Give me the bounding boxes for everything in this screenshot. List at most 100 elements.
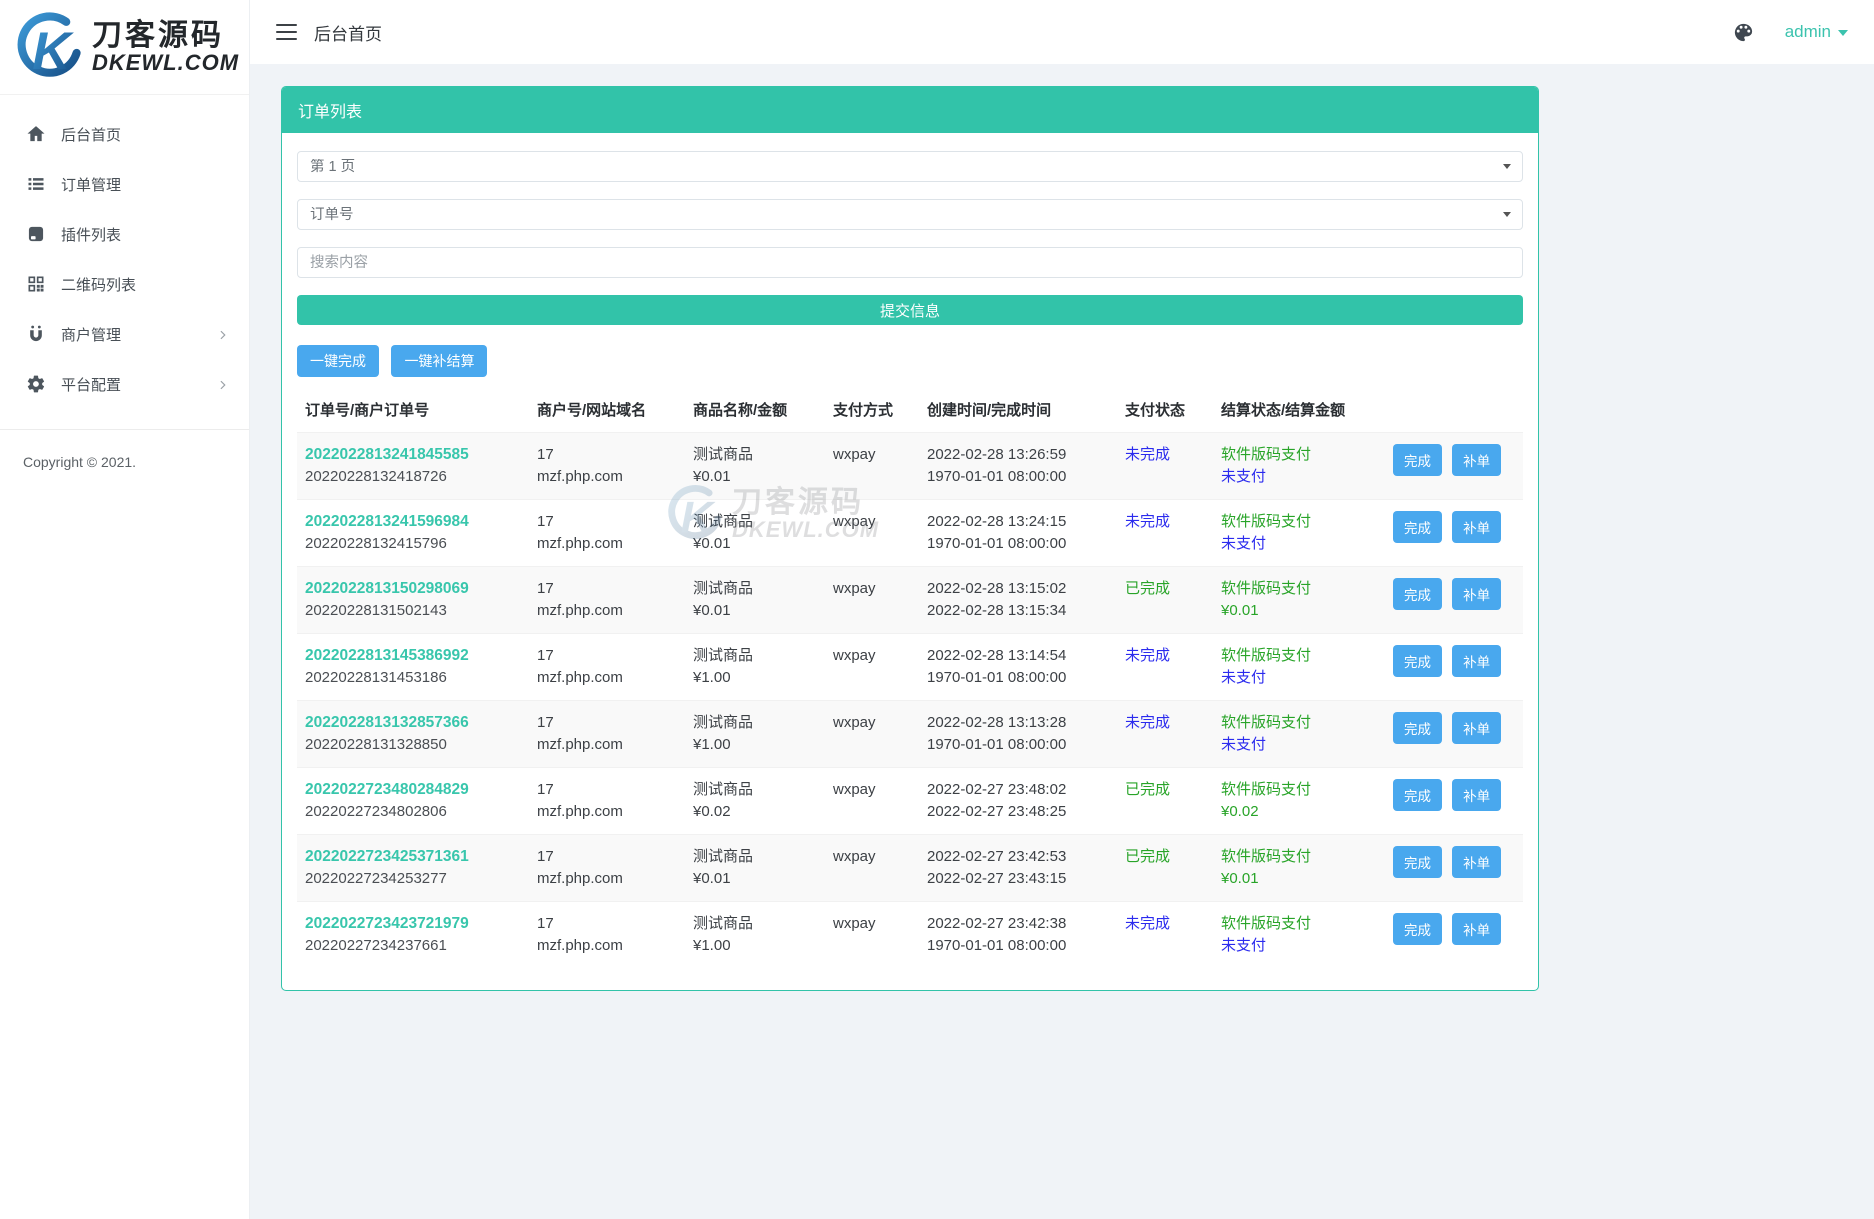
created-time: 2022-02-28 13:15:02 [927, 580, 1067, 597]
table-row: 2022022813241596984 20220228132415796 17… [297, 499, 1523, 567]
pay-status: 已完成 [1125, 848, 1171, 865]
finished-time: 1970-01-01 08:00:00 [927, 535, 1067, 552]
complete-button[interactable]: 完成 [1393, 712, 1442, 744]
complete-button[interactable]: 完成 [1393, 846, 1442, 878]
user-name: admin [1784, 22, 1831, 41]
menu-toggle-icon[interactable] [276, 24, 297, 40]
order-number-link[interactable]: 2022022813150298069 [305, 578, 521, 600]
sidebar-item-qrcodes[interactable]: 二维码列表 [0, 259, 249, 309]
order-number-link[interactable]: 2022022813145386992 [305, 645, 521, 667]
pay-method: wxpay [833, 915, 876, 932]
table-row: 2022022723480284829 20220227234802806 17… [297, 767, 1523, 835]
resettle-button[interactable]: 补单 [1452, 779, 1502, 811]
order-number-link[interactable]: 2022022813241596984 [305, 511, 521, 533]
order-list-icon [26, 174, 46, 194]
order-table-body: 2022022813241845585 20220228132418726 17… [297, 432, 1523, 969]
merchant-number: 17 [537, 647, 554, 664]
complete-button[interactable]: 完成 [1393, 444, 1442, 476]
product-name: 测试商品 [693, 781, 754, 798]
order-number-link[interactable]: 2022022813132857366 [305, 712, 521, 734]
product-name: 测试商品 [693, 915, 754, 932]
merchant-icon [26, 324, 46, 344]
col-header-paystatus: 支付状态 [1125, 402, 1186, 419]
order-number-link[interactable]: 2022022723480284829 [305, 779, 521, 801]
finished-time: 1970-01-01 08:00:00 [927, 937, 1067, 954]
order-number-link[interactable]: 2022022723425371361 [305, 846, 521, 868]
settle-status: 软件版码支付 [1221, 781, 1312, 798]
col-header-order-no: 订单号/商户订单号 [305, 402, 430, 419]
resettle-button[interactable]: 补单 [1452, 846, 1502, 878]
sidebar-item-label: 二维码列表 [61, 276, 137, 294]
sidebar-item-label: 商户管理 [61, 326, 122, 344]
sidebar-item-merchants[interactable]: 商户管理 [0, 309, 249, 359]
brand-logo[interactable]: 刀客源码 DKEWL.COM [0, 0, 249, 95]
col-header-product: 商品名称/金额 [693, 402, 788, 419]
complete-button[interactable]: 完成 [1393, 913, 1442, 945]
order-number-link[interactable]: 2022022723423721979 [305, 913, 521, 935]
qrcode-icon [26, 274, 46, 294]
complete-button[interactable]: 完成 [1393, 511, 1442, 543]
col-header-settle: 结算状态/结算金额 [1221, 402, 1346, 419]
created-time: 2022-02-27 23:42:38 [927, 915, 1067, 932]
created-time: 2022-02-28 13:14:54 [927, 647, 1067, 664]
pay-status: 未完成 [1125, 513, 1171, 530]
sidebar-item-platform-config[interactable]: 平台配置 [0, 359, 249, 409]
merchant-order-number: 20220227234237661 [305, 937, 447, 954]
table-row: 2022022813241845585 20220228132418726 17… [297, 432, 1523, 500]
resettle-button[interactable]: 补单 [1452, 444, 1502, 476]
resettle-button[interactable]: 补单 [1452, 645, 1502, 677]
panel-title: 订单列表 [282, 87, 1538, 133]
settle-status: 软件版码支付 [1221, 848, 1312, 865]
complete-button[interactable]: 完成 [1393, 779, 1442, 811]
order-list-panel: 订单列表 第 1 页 订单号 提交信息 一键完成 一键补结算 [281, 86, 1539, 991]
pay-status: 未完成 [1125, 647, 1171, 664]
settle-status: 软件版码支付 [1221, 647, 1312, 664]
merchant-order-number: 20220228131502143 [305, 602, 447, 619]
resettle-button[interactable]: 补单 [1452, 511, 1502, 543]
product-name: 测试商品 [693, 647, 754, 664]
product-amount: ¥1.00 [693, 669, 731, 686]
pay-status: 未完成 [1125, 915, 1171, 932]
settle-value: ¥0.02 [1221, 803, 1259, 820]
theme-palette-icon[interactable] [1732, 21, 1755, 44]
sidebar-item-plugins[interactable]: 插件列表 [0, 209, 249, 259]
bulk-resettle-button[interactable]: 一键补结算 [391, 345, 488, 377]
pay-status: 未完成 [1125, 446, 1171, 463]
page-select[interactable]: 第 1 页 [297, 151, 1523, 182]
complete-button[interactable]: 完成 [1393, 578, 1442, 610]
product-amount: ¥0.01 [693, 870, 731, 887]
sidebar-item-label: 插件列表 [61, 226, 122, 244]
settle-status: 软件版码支付 [1221, 513, 1312, 530]
product-name: 测试商品 [693, 714, 754, 731]
col-header-actions [1385, 385, 1523, 433]
search-input[interactable] [297, 247, 1523, 278]
finished-time: 2022-02-27 23:48:25 [927, 803, 1067, 820]
sidebar-item-dashboard[interactable]: 后台首页 [0, 109, 249, 159]
sidebar-item-orders[interactable]: 订单管理 [0, 159, 249, 209]
submit-button[interactable]: 提交信息 [297, 295, 1523, 325]
merchant-order-number: 20220228132418726 [305, 468, 447, 485]
table-row: 2022022813145386992 20220228131453186 17… [297, 633, 1523, 701]
settle-status: 软件版码支付 [1221, 915, 1312, 932]
chevron-right-icon [217, 328, 229, 340]
chevron-down-icon [1838, 30, 1848, 36]
finished-time: 1970-01-01 08:00:00 [927, 468, 1067, 485]
order-number-link[interactable]: 2022022813241845585 [305, 444, 521, 466]
product-amount: ¥1.00 [693, 937, 731, 954]
search-field-select[interactable]: 订单号 [297, 199, 1523, 230]
settle-status: 软件版码支付 [1221, 580, 1312, 597]
settle-value: 未支付 [1221, 937, 1267, 954]
site-domain: mzf.php.com [537, 803, 623, 820]
merchant-order-number: 20220227234253277 [305, 870, 447, 887]
resettle-button[interactable]: 补单 [1452, 578, 1502, 610]
product-amount: ¥0.01 [693, 468, 731, 485]
settle-value: 未支付 [1221, 535, 1267, 552]
user-dropdown[interactable]: admin [1785, 22, 1848, 42]
created-time: 2022-02-28 13:13:28 [927, 714, 1067, 731]
resettle-button[interactable]: 补单 [1452, 913, 1502, 945]
plugin-icon [26, 224, 46, 244]
bulk-complete-button[interactable]: 一键完成 [297, 345, 379, 377]
pay-method: wxpay [833, 580, 876, 597]
resettle-button[interactable]: 补单 [1452, 712, 1502, 744]
complete-button[interactable]: 完成 [1393, 645, 1442, 677]
